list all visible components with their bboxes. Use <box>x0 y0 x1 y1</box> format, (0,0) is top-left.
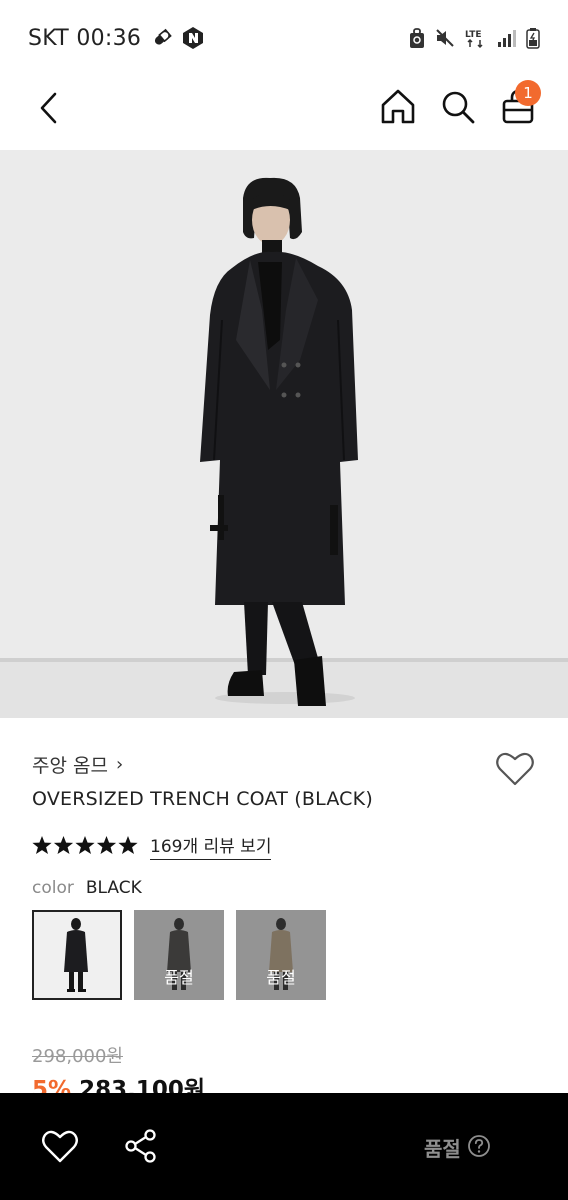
swatch-beige-soldout: 품절 <box>266 968 296 987</box>
review-link[interactable]: 169개 리뷰 보기 <box>150 832 272 860</box>
soldout-label: 품절 <box>424 1137 461 1161</box>
swatch-charcoal[interactable]: 품절 <box>134 910 224 1000</box>
search-icon <box>442 91 475 124</box>
swatch-charcoal-soldout: 품절 <box>164 968 194 987</box>
chevron-left-icon <box>40 92 57 124</box>
help-icon[interactable] <box>467 1134 491 1162</box>
rating-row: 169개 리뷰 보기 <box>32 832 272 860</box>
swatch-beige[interactable]: 품절 <box>236 910 326 1000</box>
mute-icon <box>434 27 456 49</box>
heart-outline-icon <box>496 752 534 786</box>
product-main-image[interactable] <box>0 150 568 718</box>
signal-icon <box>496 27 518 49</box>
home-button[interactable] <box>378 86 418 128</box>
status-bar: SKT 00:36 LTE <box>0 0 568 76</box>
pill-icon <box>151 27 173 49</box>
wishlist-button[interactable] <box>494 748 536 790</box>
heart-outline-icon <box>42 1130 78 1163</box>
product-title: OVERSIZED TRENCH COAT (BLACK) <box>32 788 373 810</box>
search-button[interactable] <box>438 86 478 128</box>
back-button[interactable] <box>30 88 66 128</box>
share-icon <box>125 1129 156 1163</box>
product-info: 주앙 옴므 › <box>32 748 542 780</box>
five-stars-icon <box>32 836 138 854</box>
color-label: color <box>32 878 74 898</box>
swatch-black-image <box>32 910 122 1000</box>
color-swatches: 품절 품절 <box>32 910 326 1000</box>
color-value: BLACK <box>85 878 142 898</box>
soldout-status: 품절 <box>424 1133 491 1162</box>
model-photo <box>0 150 568 718</box>
bottom-wishlist-button[interactable] <box>40 1127 80 1165</box>
battery-icon <box>526 27 540 49</box>
top-nav-bar: 1 <box>0 76 568 150</box>
recycle-lock-icon <box>408 27 426 49</box>
naver-icon <box>181 26 205 50</box>
brand-name[interactable]: 주앙 옴므 <box>32 751 108 778</box>
chevron-right-icon: › <box>115 753 124 775</box>
swatch-black[interactable] <box>32 910 122 1000</box>
original-price: 298,000원 <box>32 1046 123 1067</box>
brand-link[interactable]: 주앙 옴므 › <box>32 748 542 780</box>
bottom-action-bar: 품절 <box>0 1093 568 1200</box>
share-button[interactable] <box>122 1127 160 1165</box>
star-rating <box>32 835 138 857</box>
status-time: SKT 00:36 <box>28 25 142 51</box>
cart-count-badge: 1 <box>515 80 541 106</box>
lte-icon: LTE <box>464 27 488 49</box>
color-row: color BLACK <box>32 878 142 898</box>
lte-text: LTE <box>465 30 482 40</box>
home-icon <box>381 89 415 124</box>
